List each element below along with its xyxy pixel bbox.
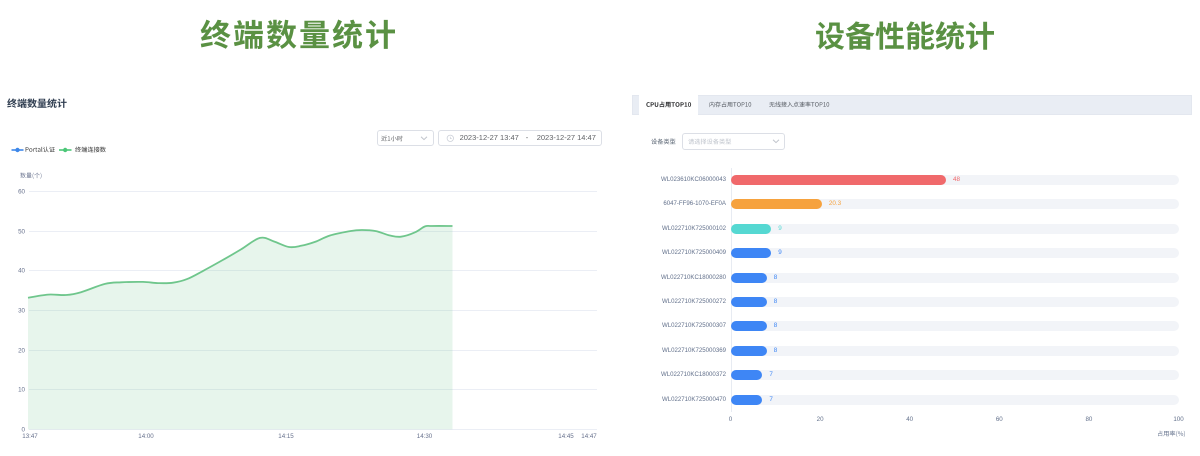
svg-text:30: 30	[18, 308, 25, 315]
svg-text:10: 10	[18, 387, 25, 394]
svg-text:14:45: 14:45	[558, 433, 574, 440]
svg-text:13:47: 13:47	[22, 433, 38, 440]
svg-text:14:00: 14:00	[138, 433, 154, 440]
svg-text:40: 40	[18, 268, 25, 275]
svg-text:60: 60	[18, 189, 25, 196]
svg-text:20: 20	[18, 348, 25, 355]
svg-text:14:15: 14:15	[278, 433, 294, 440]
svg-text:14:47: 14:47	[581, 433, 597, 440]
svg-text:50: 50	[18, 229, 25, 236]
svg-text:14:30: 14:30	[417, 433, 433, 440]
